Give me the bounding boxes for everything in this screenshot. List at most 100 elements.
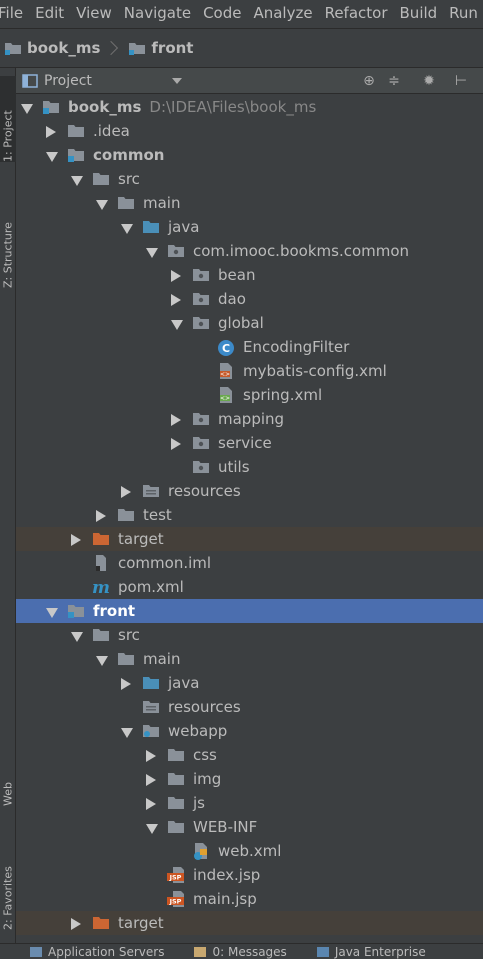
expand-right-icon[interactable] [96, 510, 106, 522]
expand-down-icon[interactable] [121, 728, 133, 738]
tree-row[interactable]: webapp [16, 719, 483, 743]
folder-icon [129, 43, 146, 55]
tree-row-text: main [143, 194, 181, 212]
expand-right-icon[interactable] [146, 750, 156, 762]
expand-down-icon[interactable] [146, 248, 158, 258]
tree-row[interactable]: resources [16, 479, 483, 503]
expand-right-icon[interactable] [71, 534, 81, 546]
expand-right-icon[interactable] [171, 414, 181, 426]
tree-row[interactable]: <> spring.xml [16, 383, 483, 407]
menu-analyze[interactable]: Analyze [247, 0, 318, 28]
expand-down-icon[interactable] [121, 224, 133, 234]
tree-row[interactable]: WEB-INF [16, 815, 483, 839]
package-icon [167, 243, 185, 259]
tree-row[interactable]: .idea [16, 119, 483, 143]
tab-project[interactable]: 1: Project [0, 76, 16, 162]
tree-row[interactable]: bean [16, 263, 483, 287]
tree-row-text: book_ms [68, 98, 142, 116]
tree-row-text: java [168, 674, 200, 692]
menu-navigate[interactable]: Navigate [118, 0, 197, 28]
expand-down-icon[interactable] [71, 632, 83, 642]
project-view-icon [22, 73, 38, 88]
expand-down-icon[interactable] [96, 656, 108, 666]
tab-java-enterprise[interactable]: Java Enterprise [316, 945, 426, 959]
tree-row[interactable]: mapping [16, 407, 483, 431]
expand-down-icon[interactable] [146, 824, 158, 834]
java-class-icon: C [217, 339, 235, 356]
expand-right-icon[interactable] [71, 918, 81, 930]
tree-row[interactable]: web.xml [16, 839, 483, 863]
expand-down-icon[interactable] [21, 104, 33, 114]
tree-row[interactable]: js [16, 791, 483, 815]
tree-row[interactable]: dao [16, 287, 483, 311]
dropdown-caret-icon[interactable] [171, 77, 182, 84]
excluded-folder-icon [92, 915, 110, 931]
expand-down-icon[interactable] [46, 152, 58, 162]
menu-run[interactable]: Run [443, 0, 483, 28]
expand-down-icon[interactable] [171, 320, 183, 330]
expand-right-icon[interactable] [121, 486, 131, 498]
tab-application-servers[interactable]: Application Servers [30, 945, 164, 959]
tree-row[interactable]: JSP index.jsp [16, 863, 483, 887]
tree-row[interactable]: common [16, 143, 483, 167]
menu-view[interactable]: View [70, 0, 118, 28]
collapse-all-icon[interactable]: ≑ [386, 73, 402, 89]
tree-row[interactable]: src [16, 623, 483, 647]
project-view-selector[interactable]: Project [22, 73, 92, 89]
tree-row[interactable]: css [16, 743, 483, 767]
expand-right-icon[interactable] [46, 126, 56, 138]
tree-row[interactable]: com.imooc.bookms.common [16, 239, 483, 263]
tree-row[interactable]: java [16, 671, 483, 695]
tree-row[interactable]: m pom.xml [16, 575, 483, 599]
breadcrumb-module-label: front [151, 39, 194, 57]
tab-web[interactable]: Web [0, 754, 16, 806]
tree-row[interactable]: src [16, 167, 483, 191]
tree-row[interactable]: front [16, 599, 483, 623]
expand-down-icon[interactable] [46, 608, 58, 618]
tab-structure[interactable]: Z: Structure [0, 188, 16, 288]
hide-panel-icon[interactable]: ⊢ [453, 73, 469, 89]
tab-messages[interactable]: 0: Messages [194, 944, 287, 959]
menu-code[interactable]: Code [197, 0, 247, 28]
breadcrumb-module[interactable]: front [124, 29, 197, 67]
tree-row-text: index.jsp [193, 866, 261, 884]
tree-row[interactable]: <> mybatis-config.xml [16, 359, 483, 383]
tree-row[interactable]: main [16, 191, 483, 215]
breadcrumb-project[interactable]: book_ms [0, 29, 104, 67]
tree-row[interactable]: C EncodingFilter [16, 335, 483, 359]
tree-row[interactable]: target [16, 527, 483, 551]
tree-row[interactable]: utils [16, 455, 483, 479]
expand-right-icon[interactable] [171, 438, 181, 450]
tree-row[interactable]: common.iml [16, 551, 483, 575]
expand-right-icon[interactable] [171, 270, 181, 282]
expand-right-icon[interactable] [146, 798, 156, 810]
svg-text:JSP: JSP [169, 874, 182, 882]
expand-right-icon[interactable] [146, 774, 156, 786]
tree-row[interactable]: java [16, 215, 483, 239]
menu-refactor[interactable]: Refactor [319, 0, 394, 28]
menu-build[interactable]: Build [394, 0, 444, 28]
menu-edit[interactable]: Edit [29, 0, 70, 28]
crosshair-icon[interactable]: ⊕ [361, 73, 377, 89]
folder-icon [117, 507, 135, 523]
tree-row[interactable]: resources [16, 695, 483, 719]
expand-down-icon[interactable] [96, 200, 108, 210]
tree-row[interactable]: global [16, 311, 483, 335]
gear-icon[interactable]: ✹ [421, 73, 437, 89]
tab-favorites[interactable]: 2: Favorites [0, 830, 16, 930]
expand-down-icon[interactable] [71, 176, 83, 186]
menu-file[interactable]: File [0, 0, 29, 28]
tree-row[interactable]: target [16, 911, 483, 935]
tree-row[interactable]: test [16, 503, 483, 527]
tree-row[interactable]: service [16, 431, 483, 455]
svg-text:<>: <> [220, 395, 230, 402]
tree-row-label: main [143, 648, 180, 670]
tree-row[interactable]: img [16, 767, 483, 791]
expand-right-icon[interactable] [121, 678, 131, 690]
tree-row[interactable]: main [16, 647, 483, 671]
tree-row[interactable]: book_ms D:\IDEA\Files\book_ms [16, 95, 483, 119]
tree-row[interactable]: JSP main.jsp [16, 887, 483, 911]
expand-right-icon[interactable] [171, 294, 181, 306]
tree-row-text: webapp [168, 722, 228, 740]
tab-messages-label: 0: Messages [212, 944, 287, 959]
